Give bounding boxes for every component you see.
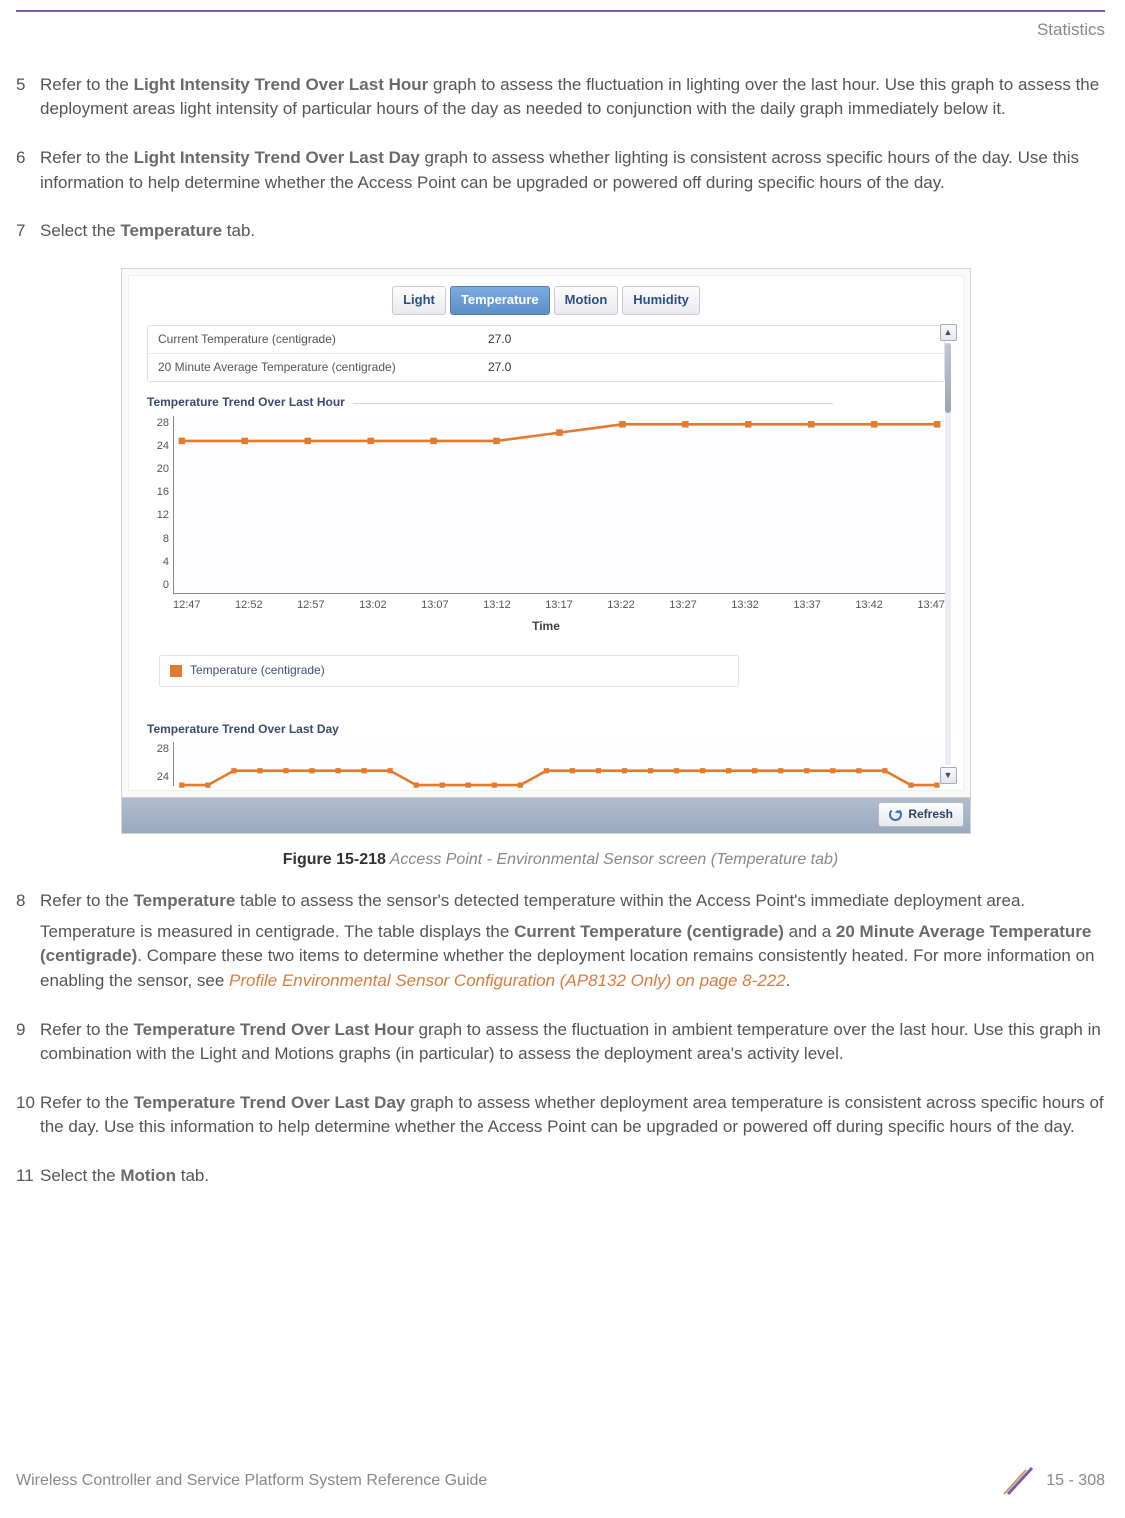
- tab-temperature[interactable]: Temperature: [450, 286, 550, 315]
- step-10: 10 Refer to the Temperature Trend Over L…: [16, 1091, 1105, 1146]
- chart2-y-axis: 2824: [147, 742, 169, 786]
- figure-label: Figure 15-218: [283, 851, 386, 868]
- refresh-icon: [889, 808, 902, 821]
- step-6-text: Refer to the Light Intensity Trend Over …: [40, 146, 1105, 195]
- screenshot-panel: Light Temperature Motion Humidity Curren…: [121, 268, 971, 834]
- tab-humidity[interactable]: Humidity: [622, 286, 700, 315]
- step-number: 11: [16, 1164, 40, 1195]
- step-number: 9: [16, 1018, 40, 1073]
- refresh-button[interactable]: Refresh: [878, 802, 964, 827]
- term-motion: Motion: [120, 1166, 176, 1185]
- term-temperature-tab: Temperature: [120, 221, 222, 240]
- chart2-plot: [173, 742, 945, 786]
- step-10-text: Refer to the Temperature Trend Over Last…: [40, 1091, 1105, 1140]
- avg-temp-label: 20 Minute Average Temperature (centigrad…: [148, 354, 478, 381]
- chart2-svg: [174, 742, 945, 799]
- legend-swatch: [170, 665, 182, 677]
- scroll-track[interactable]: [945, 343, 951, 765]
- footer-toolbar: Refresh: [122, 797, 970, 833]
- chart2-title-row: Temperature Trend Over Last Day: [147, 721, 963, 738]
- screenshot-inner: Light Temperature Motion Humidity Curren…: [128, 275, 964, 791]
- step-9: 9 Refer to the Temperature Trend Over La…: [16, 1018, 1105, 1073]
- tab-motion[interactable]: Motion: [554, 286, 619, 315]
- tab-light[interactable]: Light: [392, 286, 446, 315]
- step-number: 5: [16, 73, 40, 128]
- step-number: 6: [16, 146, 40, 201]
- step-9-text: Refer to the Temperature Trend Over Last…: [40, 1018, 1105, 1067]
- step-6: 6 Refer to the Light Intensity Trend Ove…: [16, 146, 1105, 201]
- scroll-thumb[interactable]: [945, 343, 951, 413]
- figure-caption: Figure 15-218 Access Point - Environment…: [16, 848, 1105, 871]
- table-row: Current Temperature (centigrade) 27.0: [148, 326, 944, 354]
- chart2-area: 2824: [147, 742, 945, 786]
- step-8: 8 Refer to the Temperature table to asse…: [16, 889, 1105, 1000]
- term-light-hour: Light Intensity Trend Over Last Hour: [134, 75, 429, 94]
- step-number: 7: [16, 219, 40, 250]
- footer-guide: Wireless Controller and Service Platform…: [16, 1469, 487, 1492]
- step-8-p2: Temperature is measured in centigrade. T…: [40, 920, 1105, 994]
- step-7: 7 Select the Temperature tab.: [16, 219, 1105, 250]
- term-temp-trend-day: Temperature Trend Over Last Day: [134, 1093, 406, 1112]
- chart1-title-row: Temperature Trend Over Last Hour: [147, 394, 963, 411]
- footer-page-mark: 15 - 308: [1002, 1464, 1105, 1498]
- step-5: 5 Refer to the Light Intensity Trend Ove…: [16, 73, 1105, 128]
- scroll-down-button[interactable]: ▼: [940, 767, 957, 784]
- table-row: 20 Minute Average Temperature (centigrad…: [148, 354, 944, 381]
- link-profile-env-sensor[interactable]: Profile Environmental Sensor Configurati…: [229, 971, 786, 990]
- footer-slash-icon: [1002, 1464, 1036, 1498]
- step-number: 8: [16, 889, 40, 1000]
- current-temp-label: Current Temperature (centigrade): [148, 326, 478, 353]
- avg-temp-value: 27.0: [478, 354, 521, 381]
- chart1-svg: [174, 416, 945, 649]
- scrollbar[interactable]: ▲ ▼: [939, 324, 957, 784]
- chart1-title: Temperature Trend Over Last Hour: [147, 395, 345, 409]
- refresh-label: Refresh: [908, 806, 953, 823]
- step-number: 10: [16, 1091, 40, 1146]
- header-section: Statistics: [1037, 20, 1105, 39]
- term-current-temp: Current Temperature (centigrade): [514, 922, 784, 941]
- term-temperature: Temperature: [134, 891, 236, 910]
- legend-text: Temperature (centigrade): [190, 662, 325, 679]
- step-5-text: Refer to the Light Intensity Trend Over …: [40, 73, 1105, 122]
- footer-page-number: 15 - 308: [1046, 1469, 1105, 1492]
- chart1-y-axis: 2824201612840: [147, 416, 169, 594]
- chart1-area: 2824201612840 12:4712:5212:5713:0213:071…: [147, 416, 945, 635]
- step-8-p1: Refer to the Temperature table to assess…: [40, 889, 1105, 914]
- step-11-text: Select the Motion tab.: [40, 1164, 1105, 1189]
- tab-strip: Light Temperature Motion Humidity: [129, 276, 963, 321]
- figure-text: Access Point - Environmental Sensor scre…: [386, 851, 838, 868]
- page-footer: Wireless Controller and Service Platform…: [16, 1464, 1105, 1498]
- page-header: Statistics: [16, 10, 1105, 43]
- chart1-plot: [173, 416, 945, 594]
- step-11: 11 Select the Motion tab.: [16, 1164, 1105, 1195]
- chart1-legend: Temperature (centigrade): [159, 655, 739, 686]
- step-7-text: Select the Temperature tab.: [40, 219, 1105, 244]
- chart2-title: Temperature Trend Over Last Day: [147, 722, 339, 736]
- current-temp-value: 27.0: [478, 326, 521, 353]
- temperature-table: Current Temperature (centigrade) 27.0 20…: [147, 325, 945, 383]
- term-light-day: Light Intensity Trend Over Last Day: [134, 148, 420, 167]
- term-temp-trend-hour: Temperature Trend Over Last Hour: [134, 1020, 414, 1039]
- scroll-up-button[interactable]: ▲: [940, 324, 957, 341]
